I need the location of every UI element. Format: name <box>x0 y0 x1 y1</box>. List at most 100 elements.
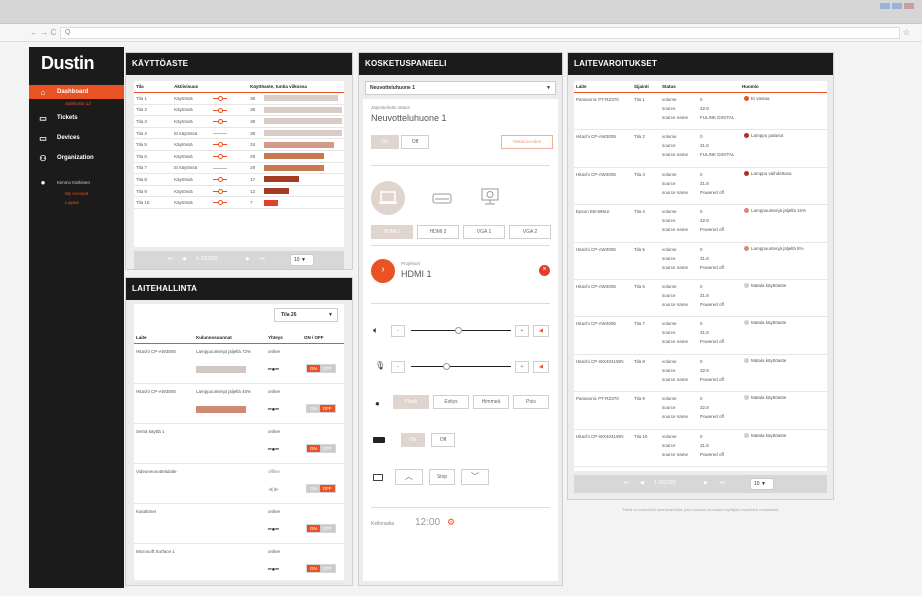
plug-icon: ━●━ <box>268 567 279 573</box>
light-0-button[interactable]: Flash <box>393 395 429 409</box>
mic-down-button[interactable]: - <box>391 361 405 373</box>
on-off-toggle[interactable]: ON OFF <box>306 364 336 373</box>
first-page-icon[interactable]: ⏮ <box>624 480 629 486</box>
input-hdmi-1-button[interactable]: HDMI 1 <box>371 225 413 239</box>
input-vga-2-button[interactable]: VGA 2 <box>509 225 551 239</box>
system-off-button[interactable]: Off <box>401 135 429 149</box>
ticket-icon: ▭ <box>39 113 47 123</box>
volume-down-button[interactable]: - <box>391 325 405 337</box>
last-page-icon[interactable]: ⏭ <box>720 480 725 486</box>
device-note: Lamppuuntenjä jäljellä 72% <box>196 349 252 354</box>
sidebar-item-tickets[interactable]: ▭ Tickets <box>29 111 124 125</box>
next-page-icon[interactable]: ▶ <box>704 480 708 486</box>
first-page-icon[interactable]: ⏮ <box>168 256 173 262</box>
light-2-button[interactable]: Himmeä <box>473 395 509 409</box>
alerts-pager: ⏮ ◀ 1-10(120) ▶ ⏭ 10 ▼ <box>574 475 827 493</box>
address-bar[interactable]: Q <box>60 27 900 39</box>
input-hdmi-2-button[interactable]: HDMI 2 <box>417 225 459 239</box>
mute-speaker-icon[interactable]: ◀̸ <box>533 325 549 337</box>
input-vga-1-button[interactable]: VGA 1 <box>463 225 505 239</box>
usage-bar <box>264 188 289 195</box>
alert-room: Tila 5 <box>634 246 645 252</box>
activity-slider-icon <box>213 153 228 159</box>
device-alerts-panel: LAITEVAROITUKSET Laite Sijainti Status H… <box>567 52 834 500</box>
room-select[interactable]: Neuvotteluhuone 1 ▼ <box>365 81 556 95</box>
usage-value: 29 <box>250 165 256 171</box>
screen-up-button[interactable]: ︿ <box>395 469 423 485</box>
sidebar-item-devices[interactable]: ▭ Devices <box>29 131 124 145</box>
projector-source-button[interactable] <box>479 185 501 209</box>
per-page-value: 10 <box>754 481 760 487</box>
usage-row: Tila 5 Käytössä 34 <box>134 138 344 151</box>
laptop-source-button[interactable] <box>371 181 405 215</box>
toggle-on: ON <box>307 485 320 492</box>
dustin-logo[interactable]: Dustin <box>41 53 95 74</box>
status-value: 0 <box>700 171 703 177</box>
activity-slider-icon <box>213 177 228 183</box>
volume-slider-handle[interactable] <box>455 327 462 334</box>
bookmark-star-icon[interactable]: ☆ <box>903 28 910 37</box>
mic-slider-handle[interactable] <box>443 363 450 370</box>
on-off-toggle[interactable]: ON OFF <box>306 524 336 533</box>
activity-status: Käytössä <box>172 138 212 151</box>
status-key: source <box>662 143 676 149</box>
per-page-select[interactable]: 10 ▼ <box>290 254 314 266</box>
logout-link[interactable]: Logout <box>65 200 79 205</box>
status-value: Powered off <box>700 227 724 233</box>
on-off-toggle[interactable]: ON OFF <box>306 484 336 493</box>
room-filter-select[interactable]: Tila 26 ▼ <box>274 308 338 322</box>
prev-page-icon[interactable]: ◀ <box>182 256 186 262</box>
light-3-button[interactable]: Pois <box>513 395 549 409</box>
status-value: 31.8 <box>700 330 709 336</box>
device-row: Kaiuttimet online ━●━ ON OFF <box>134 504 344 544</box>
device-name: Seinä käyttä 1 <box>136 429 165 434</box>
sidebar-item-organization[interactable]: ⚇ Organization <box>29 151 124 165</box>
status-key: source name <box>662 339 689 345</box>
on-off-toggle[interactable]: ON OFF <box>306 564 336 573</box>
gear-icon[interactable]: ⚙ <box>447 517 455 528</box>
browser-nav-buttons[interactable]: ← → C <box>30 28 56 37</box>
mute-mic-icon[interactable]: ◀̸ <box>533 361 549 373</box>
usage-row: Tila 4 Ei käytössä 38 <box>134 127 344 140</box>
sidebar-item-dashboard[interactable]: ⌂ Dashboard <box>29 85 124 99</box>
status-value: 31.8 <box>700 143 709 149</box>
status-label: Järjestelmän status <box>371 105 410 110</box>
mic-up-button[interactable]: + <box>515 361 529 373</box>
alert-status-dot <box>744 133 749 139</box>
alert-room: Tila 3 <box>634 171 645 177</box>
sidebar-sub-site[interactable]: Saikkosto 13 <box>65 101 91 106</box>
mic-slider-track[interactable] <box>411 366 511 367</box>
sidebar-user[interactable]: ● Kimmo Kärkinen <box>29 175 124 189</box>
alert-device: Epson EB-696UI <box>576 209 610 215</box>
screen-down-button[interactable]: ﹀ <box>461 469 489 485</box>
system-on-button[interactable]: On <box>371 135 399 149</box>
light-1-button[interactable]: Esitys <box>433 395 469 409</box>
prev-page-icon[interactable]: ◀ <box>640 480 644 486</box>
status-value: 0 <box>700 134 703 140</box>
next-page-icon[interactable]: ▶ <box>246 256 250 262</box>
document-camera-button[interactable] <box>431 189 453 209</box>
per-page-select[interactable]: 10 ▼ <box>750 478 774 490</box>
screen-stop-button[interactable]: Stop <box>429 469 455 485</box>
display-on-button[interactable]: On <box>401 433 425 447</box>
close-icon[interactable]: × <box>539 265 550 276</box>
reset-button[interactable]: Näkäsoveiden <box>501 135 553 149</box>
status-key: volume <box>662 321 677 327</box>
activity-slider-icon <box>213 107 228 113</box>
last-page-icon[interactable]: ⏭ <box>260 256 265 262</box>
input-label: VGA 2 <box>522 229 538 235</box>
display-off-button[interactable]: Off <box>431 433 455 447</box>
alert-room: Tila 7 <box>634 321 645 327</box>
plug-icon: ━●━ <box>268 447 279 453</box>
my-account-link[interactable]: My Account <box>65 191 88 196</box>
alert-status-dot <box>744 208 749 214</box>
screen-icon <box>373 474 383 481</box>
volume-up-button[interactable]: + <box>515 325 529 337</box>
status-key: source <box>662 405 676 411</box>
on-off-toggle[interactable]: ON OFF <box>306 404 336 413</box>
on-off-toggle[interactable]: ON OFF <box>306 444 336 453</box>
alert-status-dot <box>744 96 749 101</box>
window-controls[interactable] <box>880 3 914 9</box>
projector-arrow-button[interactable]: › <box>371 259 395 283</box>
device-management-title: LAITEHALLINTA <box>126 278 352 300</box>
